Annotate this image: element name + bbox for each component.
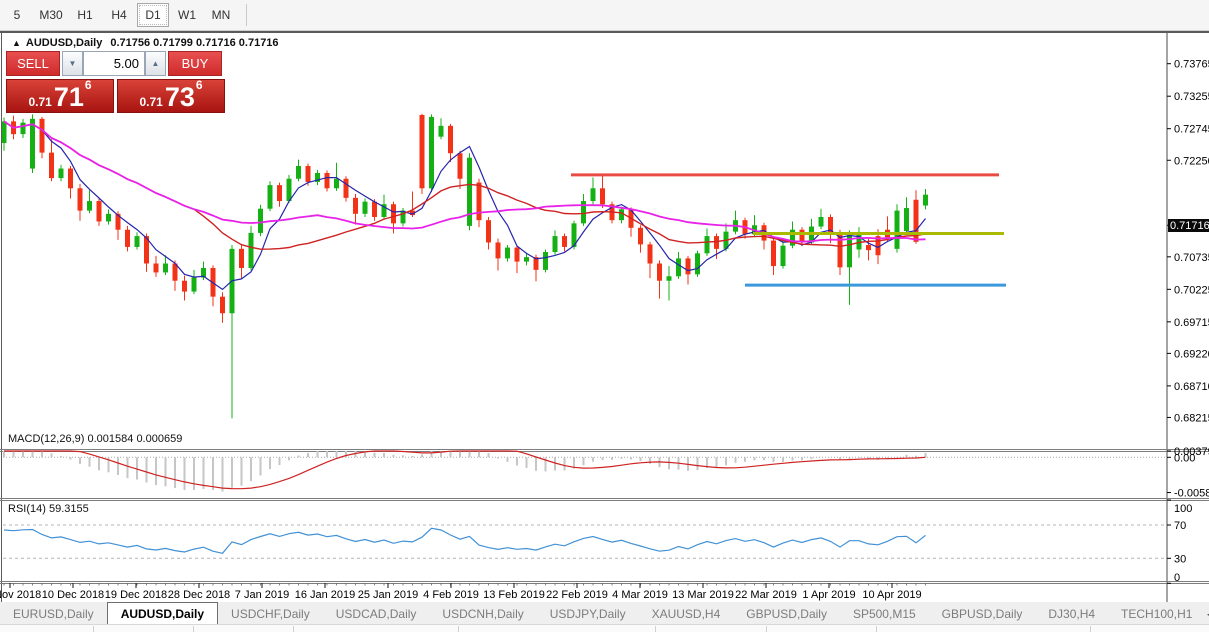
svg-text:0.68215: 0.68215 bbox=[1174, 412, 1209, 424]
svg-text:0.70735: 0.70735 bbox=[1174, 252, 1209, 264]
buy-price-pip: 6 bbox=[195, 78, 203, 92]
mt4-window: { "toolbar": { "timeframes": [ {"label":… bbox=[0, 0, 1209, 632]
svg-text:0.72250: 0.72250 bbox=[1174, 155, 1209, 167]
date-label: 25 Jan 2019 bbox=[358, 589, 419, 601]
svg-text:0.72745: 0.72745 bbox=[1174, 124, 1209, 136]
timeframe-button-5[interactable]: 5 bbox=[1, 3, 33, 27]
status-separator bbox=[876, 626, 877, 632]
chart-tab-eurusd-daily[interactable]: EURUSD,Daily bbox=[0, 604, 107, 624]
svg-text:0.70225: 0.70225 bbox=[1174, 284, 1209, 296]
sell-price-main: 71 bbox=[53, 82, 84, 112]
price-chart[interactable]: 0.737650.732550.727450.722500.712300.707… bbox=[0, 32, 1209, 603]
svg-text:0.69715: 0.69715 bbox=[1174, 317, 1209, 329]
status-separator bbox=[293, 626, 294, 632]
svg-text:70: 70 bbox=[1174, 520, 1186, 532]
date-label: 19 Dec 2018 bbox=[105, 589, 167, 601]
status-separator bbox=[93, 626, 94, 632]
svg-text:-0.005864: -0.005864 bbox=[1174, 488, 1209, 500]
sell-price-prefix: 0.71 bbox=[28, 95, 52, 109]
status-separator bbox=[655, 626, 656, 632]
timeframe-button-mn[interactable]: MN bbox=[205, 3, 237, 27]
date-label: 10 Dec 2018 bbox=[42, 589, 104, 601]
date-label: 16 Jan 2019 bbox=[295, 589, 356, 601]
collapse-panel-icon[interactable]: ▲ bbox=[12, 38, 21, 48]
chart-symbol-label: AUDUSD,Daily bbox=[25, 37, 103, 49]
timeframe-button-h1[interactable]: H1 bbox=[69, 3, 101, 27]
timeframe-button-h4[interactable]: H4 bbox=[103, 3, 135, 27]
status-separator bbox=[766, 626, 767, 632]
volume-input[interactable] bbox=[83, 51, 145, 76]
status-separator bbox=[193, 626, 194, 632]
buy-price-box[interactable]: 0.71 73 6 bbox=[117, 79, 225, 113]
chart-tab-sp500-m15[interactable]: SP500,M15 bbox=[840, 604, 929, 624]
svg-text:0.73765: 0.73765 bbox=[1174, 59, 1209, 71]
date-label: 22 Feb 2019 bbox=[546, 589, 608, 601]
date-label: 1 Apr 2019 bbox=[802, 589, 855, 601]
sell-price-pip: 6 bbox=[84, 78, 92, 92]
buy-price-prefix: 0.71 bbox=[139, 95, 163, 109]
chart-tab-xauusd-h4[interactable]: XAUUSD,H4 bbox=[639, 604, 734, 624]
sell-price-box[interactable]: 0.71 71 6 bbox=[6, 79, 114, 113]
date-label: 7 Jan 2019 bbox=[235, 589, 289, 601]
timeframe-button-m30[interactable]: M30 bbox=[35, 3, 67, 27]
chart-tab-usdcad-daily[interactable]: USDCAD,Daily bbox=[323, 604, 430, 624]
chart-tab-usdchf-daily[interactable]: USDCHF,Daily bbox=[218, 604, 323, 624]
chart-tab-dj30-h4[interactable]: DJ30,H4 bbox=[1035, 604, 1108, 624]
chart-tab-gbpusd-daily[interactable]: GBPUSD,Daily bbox=[733, 604, 840, 624]
date-label: 13 Feb 2019 bbox=[483, 589, 545, 601]
buy-button[interactable]: BUY bbox=[168, 51, 222, 76]
svg-text:30: 30 bbox=[1174, 553, 1186, 565]
svg-text:0.73255: 0.73255 bbox=[1174, 91, 1209, 103]
timeframe-button-d1[interactable]: D1 bbox=[137, 3, 169, 27]
timeframe-toolbar: 5 M30 H1 H4 D1 W1 MN bbox=[0, 0, 1209, 31]
svg-text:0.69220: 0.69220 bbox=[1174, 348, 1209, 360]
date-label: 30 Nov 2018 bbox=[0, 589, 41, 601]
toolbar-separator bbox=[246, 4, 247, 26]
chart-tab-gbpusd-daily[interactable]: GBPUSD,Daily bbox=[929, 604, 1036, 624]
one-click-trading-panel: SELL ▼ ▲ BUY 0.71 71 6 0.71 73 6 bbox=[6, 51, 230, 113]
date-label: 4 Feb 2019 bbox=[423, 589, 479, 601]
tab-scroll-left[interactable]: ◄ bbox=[1205, 606, 1209, 622]
macd-label: MACD(12,26,9) 0.001584 0.000659 bbox=[8, 433, 183, 445]
current-price-tag: 0.71716 bbox=[1168, 219, 1209, 233]
status-separator bbox=[458, 626, 459, 632]
chart-tab-usdjpy-daily[interactable]: USDJPY,Daily bbox=[537, 604, 639, 624]
chart-tab-tech100-h1[interactable]: TECH100,H1 bbox=[1108, 604, 1205, 624]
chart-tab-usdcnh-daily[interactable]: USDCNH,Daily bbox=[429, 604, 536, 624]
status-separator bbox=[1090, 626, 1091, 632]
status-strip bbox=[0, 624, 1209, 632]
svg-text:0: 0 bbox=[1174, 572, 1180, 584]
svg-text:100: 100 bbox=[1174, 503, 1192, 515]
svg-text:0.68710: 0.68710 bbox=[1174, 381, 1209, 393]
chart-tab-bar: EURUSD,Daily AUDUSD,Daily USDCHF,Daily USDC… bbox=[0, 602, 1209, 624]
date-label: 4 Mar 2019 bbox=[612, 589, 668, 601]
rsi-label: RSI(14) 59.3155 bbox=[8, 503, 89, 515]
chart-tab-audusd-daily[interactable]: AUDUSD,Daily bbox=[106, 602, 219, 624]
chart-header: ▲ AUDUSD,Daily 0.71756 0.71799 0.71716 0.7… bbox=[12, 37, 279, 49]
sell-button[interactable]: SELL bbox=[6, 51, 60, 76]
date-label: 13 Mar 2019 bbox=[672, 589, 734, 601]
date-label: 28 Dec 2018 bbox=[168, 589, 230, 601]
svg-text:0.00: 0.00 bbox=[1174, 452, 1195, 464]
chart-window: 0.737650.732550.727450.722500.712300.707… bbox=[0, 31, 1209, 603]
buy-price-main: 73 bbox=[164, 82, 195, 112]
timeframe-button-w1[interactable]: W1 bbox=[171, 3, 203, 27]
volume-increase-button[interactable]: ▲ bbox=[145, 51, 166, 76]
date-label: 10 Apr 2019 bbox=[862, 589, 921, 601]
date-label: 22 Mar 2019 bbox=[735, 589, 797, 601]
ohlc-values: 0.71756 0.71799 0.71716 0.71716 bbox=[110, 37, 279, 49]
volume-decrease-button[interactable]: ▼ bbox=[62, 51, 83, 76]
